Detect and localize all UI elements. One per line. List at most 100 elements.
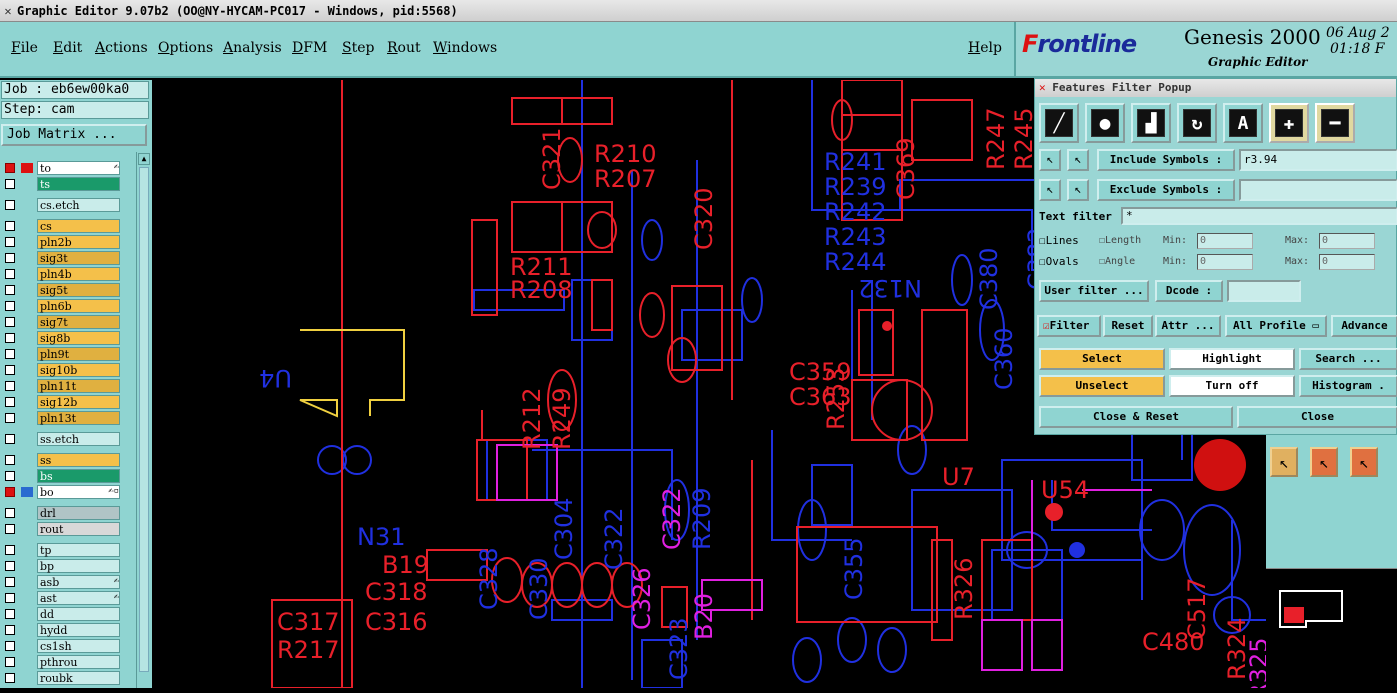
layer-name[interactable]: ts: [37, 177, 120, 191]
layer-name[interactable]: to: [37, 161, 120, 175]
exclude-symbols-button[interactable]: Exclude Symbols :: [1097, 179, 1235, 201]
exclude-symbols-field[interactable]: [1239, 179, 1397, 201]
filter-toggle[interactable]: ☑Filter: [1037, 315, 1101, 337]
search-button[interactable]: Search ...: [1299, 348, 1397, 370]
menu-analysis[interactable]: Analysis: [223, 40, 282, 56]
layer-row-sig5t[interactable]: sig5t: [1, 282, 135, 298]
layer-name[interactable]: pln9t: [37, 347, 120, 361]
layer-row-sig12b[interactable]: sig12b: [1, 394, 135, 410]
layer-row-sig7t[interactable]: sig7t: [1, 314, 135, 330]
length-max-field[interactable]: 0: [1319, 233, 1375, 249]
layer-name[interactable]: pln13t: [37, 411, 120, 425]
layer-checkbox[interactable]: [5, 285, 15, 295]
layer-name[interactable]: sig8b: [37, 331, 120, 345]
menu-actions[interactable]: Actions: [95, 40, 148, 56]
layer-name[interactable]: pln4b: [37, 267, 120, 281]
length-checkbox[interactable]: ☐Length: [1099, 235, 1141, 246]
layer-checkbox[interactable]: [5, 349, 15, 359]
attr-button[interactable]: Attr ...: [1155, 315, 1221, 337]
layer-row-pln4b[interactable]: pln4b: [1, 266, 135, 282]
layer-name[interactable]: sig10b: [37, 363, 120, 377]
layer-row-bo[interactable]: bo ✍▫: [1, 484, 135, 500]
layer-checkbox[interactable]: [5, 434, 15, 444]
lines-checkbox[interactable]: ☐Lines: [1039, 234, 1079, 247]
layer-name[interactable]: cs.etch: [37, 198, 120, 212]
layer-name[interactable]: ast: [37, 591, 120, 605]
layer-checkbox[interactable]: [5, 508, 15, 518]
layer-checkbox[interactable]: [5, 487, 15, 497]
layer-checkbox[interactable]: [5, 657, 15, 667]
menu-dfm[interactable]: DFM: [292, 40, 327, 56]
layer-checkbox[interactable]: [5, 455, 15, 465]
menu-help[interactable]: Help: [968, 40, 1002, 56]
layer-checkbox[interactable]: [5, 301, 15, 311]
layer-name[interactable]: cs: [37, 219, 120, 233]
layer-row-bs[interactable]: bs: [1, 468, 135, 484]
layer-checkbox[interactable]: [5, 333, 15, 343]
highlight-button[interactable]: Highlight: [1169, 348, 1295, 370]
close-reset-button[interactable]: Close & Reset: [1039, 406, 1233, 428]
overview-map[interactable]: [1266, 568, 1397, 688]
layer-checkbox[interactable]: [5, 381, 15, 391]
layer-row-roubk[interactable]: roubk: [1, 670, 135, 686]
layer-checkbox[interactable]: [5, 593, 15, 603]
length-min-field[interactable]: 0: [1197, 233, 1253, 249]
turn-off-button[interactable]: Turn off: [1169, 375, 1295, 397]
layer-checkbox[interactable]: [5, 561, 15, 571]
layer-name[interactable]: ss.etch: [37, 432, 120, 446]
job-matrix-button[interactable]: Job Matrix ...: [1, 124, 147, 146]
layer-row-pln13t[interactable]: pln13t: [1, 410, 135, 426]
layer-checkbox[interactable]: [5, 397, 15, 407]
close-button[interactable]: Close: [1237, 406, 1397, 428]
layer-checkbox[interactable]: [5, 641, 15, 651]
arc-tool-button[interactable]: ↻: [1177, 103, 1217, 143]
layer-name[interactable]: tp: [37, 543, 120, 557]
select-arrow3-icon[interactable]: ↖: [1350, 447, 1378, 477]
layer-name[interactable]: sig5t: [37, 283, 120, 297]
layer-name[interactable]: roubk: [37, 671, 120, 685]
layer-name[interactable]: rout: [37, 522, 120, 536]
histogram-button[interactable]: Histogram .: [1299, 375, 1397, 397]
user-filter-button[interactable]: User filter ...: [1039, 280, 1149, 302]
advanced-button[interactable]: Advance: [1331, 315, 1397, 337]
text-filter-field[interactable]: *: [1121, 207, 1397, 225]
layer-name[interactable]: bp: [37, 559, 120, 573]
layer-name[interactable]: asb: [37, 575, 120, 589]
layer-name[interactable]: hydd: [37, 623, 120, 637]
layer-name[interactable]: bs: [37, 469, 120, 483]
scroll-thumb[interactable]: [139, 167, 149, 672]
layer-name[interactable]: pln2b: [37, 235, 120, 249]
layer-row-sig3t[interactable]: sig3t: [1, 250, 135, 266]
layer-checkbox[interactable]: [5, 317, 15, 327]
layer-name[interactable]: cs1sh: [37, 639, 120, 653]
pad-tool-button[interactable]: ●: [1085, 103, 1125, 143]
ovals-checkbox[interactable]: ☐Ovals: [1039, 255, 1079, 268]
layer-checkbox[interactable]: [5, 413, 15, 423]
layer-checkbox[interactable]: [5, 577, 15, 587]
layer-checkbox[interactable]: [5, 471, 15, 481]
layer-checkbox[interactable]: [5, 524, 15, 534]
layer-name[interactable]: ss: [37, 453, 120, 467]
exclude-pick2-icon[interactable]: ↖: [1067, 179, 1089, 201]
layer-row-dd[interactable]: dd: [1, 606, 135, 622]
layer-row-ast[interactable]: ast ✍: [1, 590, 135, 606]
layer-row-pthrou[interactable]: pthrou: [1, 654, 135, 670]
exclude-pick-icon[interactable]: ↖: [1039, 179, 1061, 201]
layer-row-cs[interactable]: cs: [1, 218, 135, 234]
include-pick-icon[interactable]: ↖: [1039, 149, 1061, 171]
layer-name[interactable]: pln11t: [37, 379, 120, 393]
menu-windows[interactable]: Windows: [433, 40, 497, 56]
layer-row-pln9t[interactable]: pln9t: [1, 346, 135, 362]
layer-row-tp[interactable]: tp: [1, 542, 135, 558]
layer-checkbox[interactable]: [5, 200, 15, 210]
layer-row-pln2b[interactable]: pln2b: [1, 234, 135, 250]
layer-row-hydd[interactable]: hydd: [1, 622, 135, 638]
select-arrow-icon[interactable]: ↖: [1270, 447, 1298, 477]
layer-name[interactable]: sig7t: [37, 315, 120, 329]
reset-button[interactable]: Reset: [1103, 315, 1153, 337]
scroll-up-icon[interactable]: ▲: [138, 153, 150, 165]
layer-row-pln6b[interactable]: pln6b: [1, 298, 135, 314]
layer-row-asb[interactable]: asb ✍: [1, 574, 135, 590]
layer-checkbox[interactable]: [5, 673, 15, 683]
layer-checkbox[interactable]: [5, 221, 15, 231]
